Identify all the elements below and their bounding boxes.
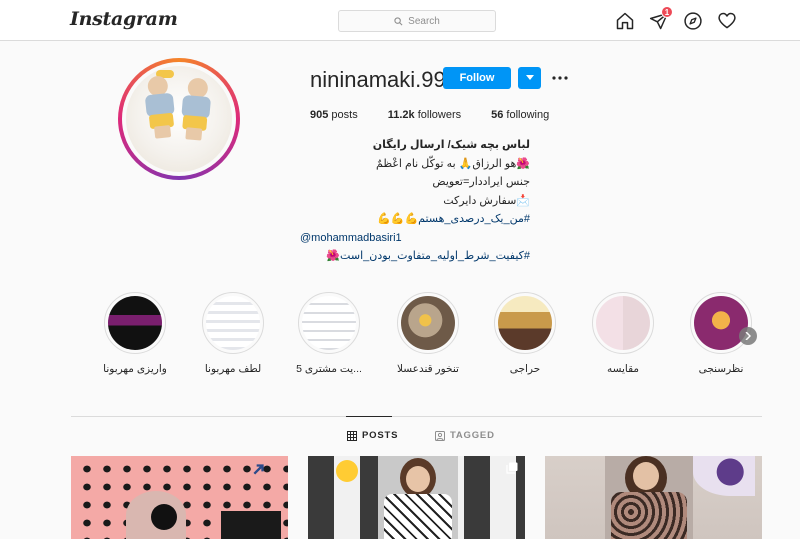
bio-line: 🌺هو الرزاق🙏 به توکّل نام اعْظمٌ [376,157,530,170]
highlight-label: ...یت مشتری 5 [296,363,362,375]
highlight-cover [206,296,260,350]
tab-posts[interactable]: POSTS [347,430,398,441]
chevron-right-icon [745,332,751,340]
more-options-icon [552,76,568,80]
highlight-cover [498,296,552,350]
suggested-accounts-button[interactable] [518,67,541,89]
highlight-cover [108,296,162,350]
highlight-cover [401,296,455,350]
followers-count[interactable]: 11.2k followers [388,109,461,121]
avatar-photo [126,66,232,172]
highlight-cover [596,296,650,350]
direct-messages-button[interactable]: 1 [648,6,673,32]
notification-badge: 1 [661,6,673,18]
posts-count: 905 posts [310,109,358,121]
highlight-label: لطف مهربونا [204,363,262,375]
post-thumbnail[interactable] [71,456,288,539]
highlights-next-button[interactable] [739,327,757,345]
story-highlights: واریزی مهربونا لطف مهربونا ...یت مشتری 5… [0,292,800,382]
highlight-label: حراجی [509,363,541,375]
highlight-label: نظرسنجی [698,363,744,375]
top-navigation-bar: Instagram Search 1 [0,0,800,41]
highlight-cover [694,296,748,350]
posts-grid [71,456,762,539]
explore-icon [684,12,702,30]
tab-posts-label: POSTS [362,430,399,441]
profile-username: nininamaki.99 [310,67,446,92]
profile-stats: 905 posts 11.2k followers 56 following [310,109,579,121]
bio-hashtag[interactable]: #کیفیت_شرط_اولیه_متفاوت_بودن_است🌺 [300,247,530,266]
highlight-item[interactable]: مقایسه [588,292,658,375]
tab-tagged-label: TAGGED [450,430,495,441]
highlight-item[interactable]: حراجی [490,292,560,375]
post-thumbnail[interactable] [545,456,762,539]
home-button[interactable] [614,10,636,32]
instagram-logo[interactable]: Instagram [70,8,178,30]
search-icon [394,16,403,25]
grid-icon [347,430,357,441]
activity-button[interactable] [716,10,738,32]
active-tab-indicator [346,416,392,417]
highlight-item[interactable]: تنخور قندعسلا [393,292,463,375]
tabs-divider [71,416,762,417]
bio-line: جنس ایراددار=تعویض [432,176,530,188]
highlight-item[interactable]: لطف مهربونا [198,292,268,375]
home-icon [616,12,634,30]
profile-bio: لباس بچه شیک/ ارسال رایگان 🌺هو الرزاق🙏 ب… [300,136,530,266]
heart-icon [718,12,736,29]
post-thumbnail[interactable] [308,456,525,539]
tagged-icon [435,430,445,441]
highlight-cover [302,296,356,350]
bio-hashtag[interactable]: #من_یک_درصدی_هستم💪💪💪 [300,210,530,229]
search-placeholder: Search [408,15,440,27]
follow-button[interactable]: Follow [443,67,511,89]
multiple-posts-icon [253,464,264,475]
options-button[interactable] [550,70,570,86]
bio-name: لباس بچه شیک/ ارسال رایگان [372,139,530,151]
following-count[interactable]: 56 following [491,109,549,121]
highlight-label: مقایسه [606,363,640,375]
multiple-posts-icon [506,462,518,474]
search-input[interactable]: Search [338,10,496,32]
explore-button[interactable] [682,10,704,32]
tab-tagged[interactable]: TAGGED [435,430,495,441]
highlight-item[interactable]: واریزی مهربونا [100,292,170,375]
bio-mention-link[interactable]: @mohammadbasiri1 [300,229,530,248]
highlight-item[interactable]: ...یت مشتری 5 [294,292,364,375]
bio-line: 📩سفارش دایرکت [443,194,530,207]
highlight-label: تنخور قندعسلا [397,363,459,375]
highlight-label: واریزی مهربونا [103,363,167,375]
profile-avatar[interactable] [118,58,240,180]
chevron-down-icon [525,75,534,80]
